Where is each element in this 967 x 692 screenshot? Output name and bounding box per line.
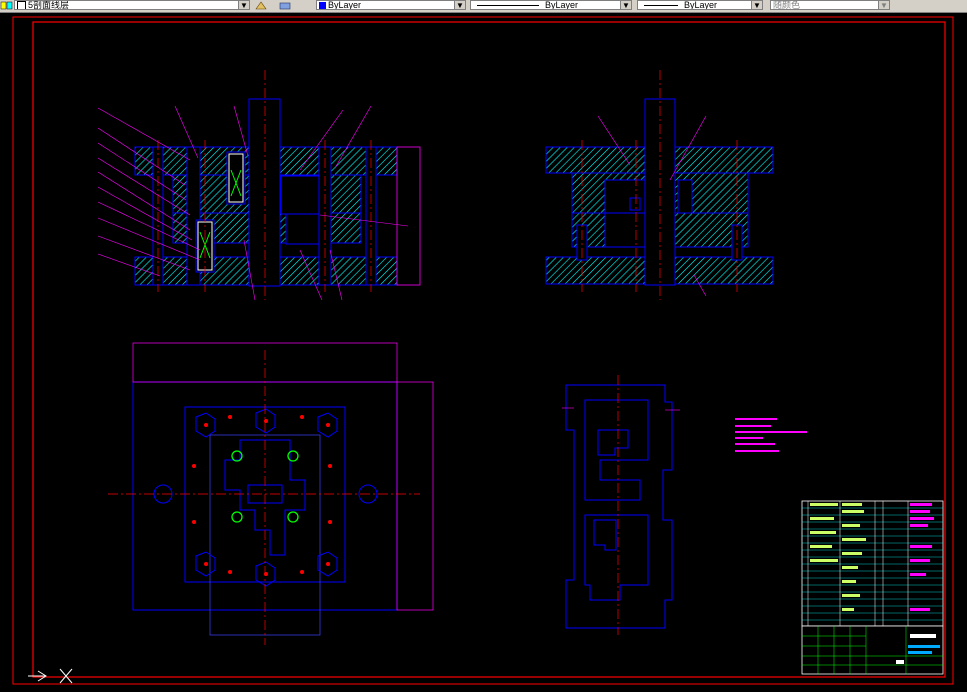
make-current-layer-icon[interactable]	[254, 0, 268, 11]
layer-name: 5剖面线层	[28, 0, 70, 10]
properties-toolbar: 5剖面线层 ▼ ByLayer ▼ ByLayer ▼ ByLayer ▼ 随颜…	[0, 0, 967, 13]
layer-previous-icon[interactable]	[278, 0, 292, 11]
linetype-dropdown[interactable]: ByLayer ▼	[470, 0, 632, 10]
chevron-down-icon[interactable]: ▼	[878, 1, 889, 9]
layer-dropdown[interactable]: 5剖面线层 ▼	[14, 0, 250, 10]
title-block	[801, 500, 944, 675]
plan-view	[108, 342, 434, 645]
color-swatch	[319, 2, 326, 9]
lineweight-value: ByLayer	[684, 0, 718, 10]
layer-state-icon[interactable]	[0, 0, 14, 11]
plotstyle-value: 随颜色	[773, 0, 801, 10]
chevron-down-icon[interactable]: ▼	[238, 1, 249, 9]
chevron-down-icon[interactable]: ▼	[751, 1, 762, 9]
lineweight-dropdown[interactable]: ByLayer ▼	[637, 0, 763, 10]
chevron-down-icon[interactable]: ▼	[620, 1, 631, 9]
chevron-down-icon[interactable]: ▼	[454, 1, 465, 9]
linetype-value: ByLayer	[545, 0, 579, 10]
lineweight-preview	[644, 5, 678, 7]
front-section-view	[97, 70, 421, 301]
color-value: ByLayer	[328, 0, 362, 10]
drawing-canvas[interactable]	[0, 13, 967, 692]
ucs-icon	[28, 668, 73, 684]
side-section-view	[545, 70, 774, 300]
color-dropdown[interactable]: ByLayer ▼	[316, 0, 466, 10]
linetype-preview	[477, 5, 539, 7]
plotstyle-dropdown[interactable]: 随颜色 ▼	[770, 0, 890, 10]
technical-notes	[735, 418, 807, 452]
layer-color-swatch	[17, 1, 26, 9]
part-outline-view	[562, 375, 680, 635]
